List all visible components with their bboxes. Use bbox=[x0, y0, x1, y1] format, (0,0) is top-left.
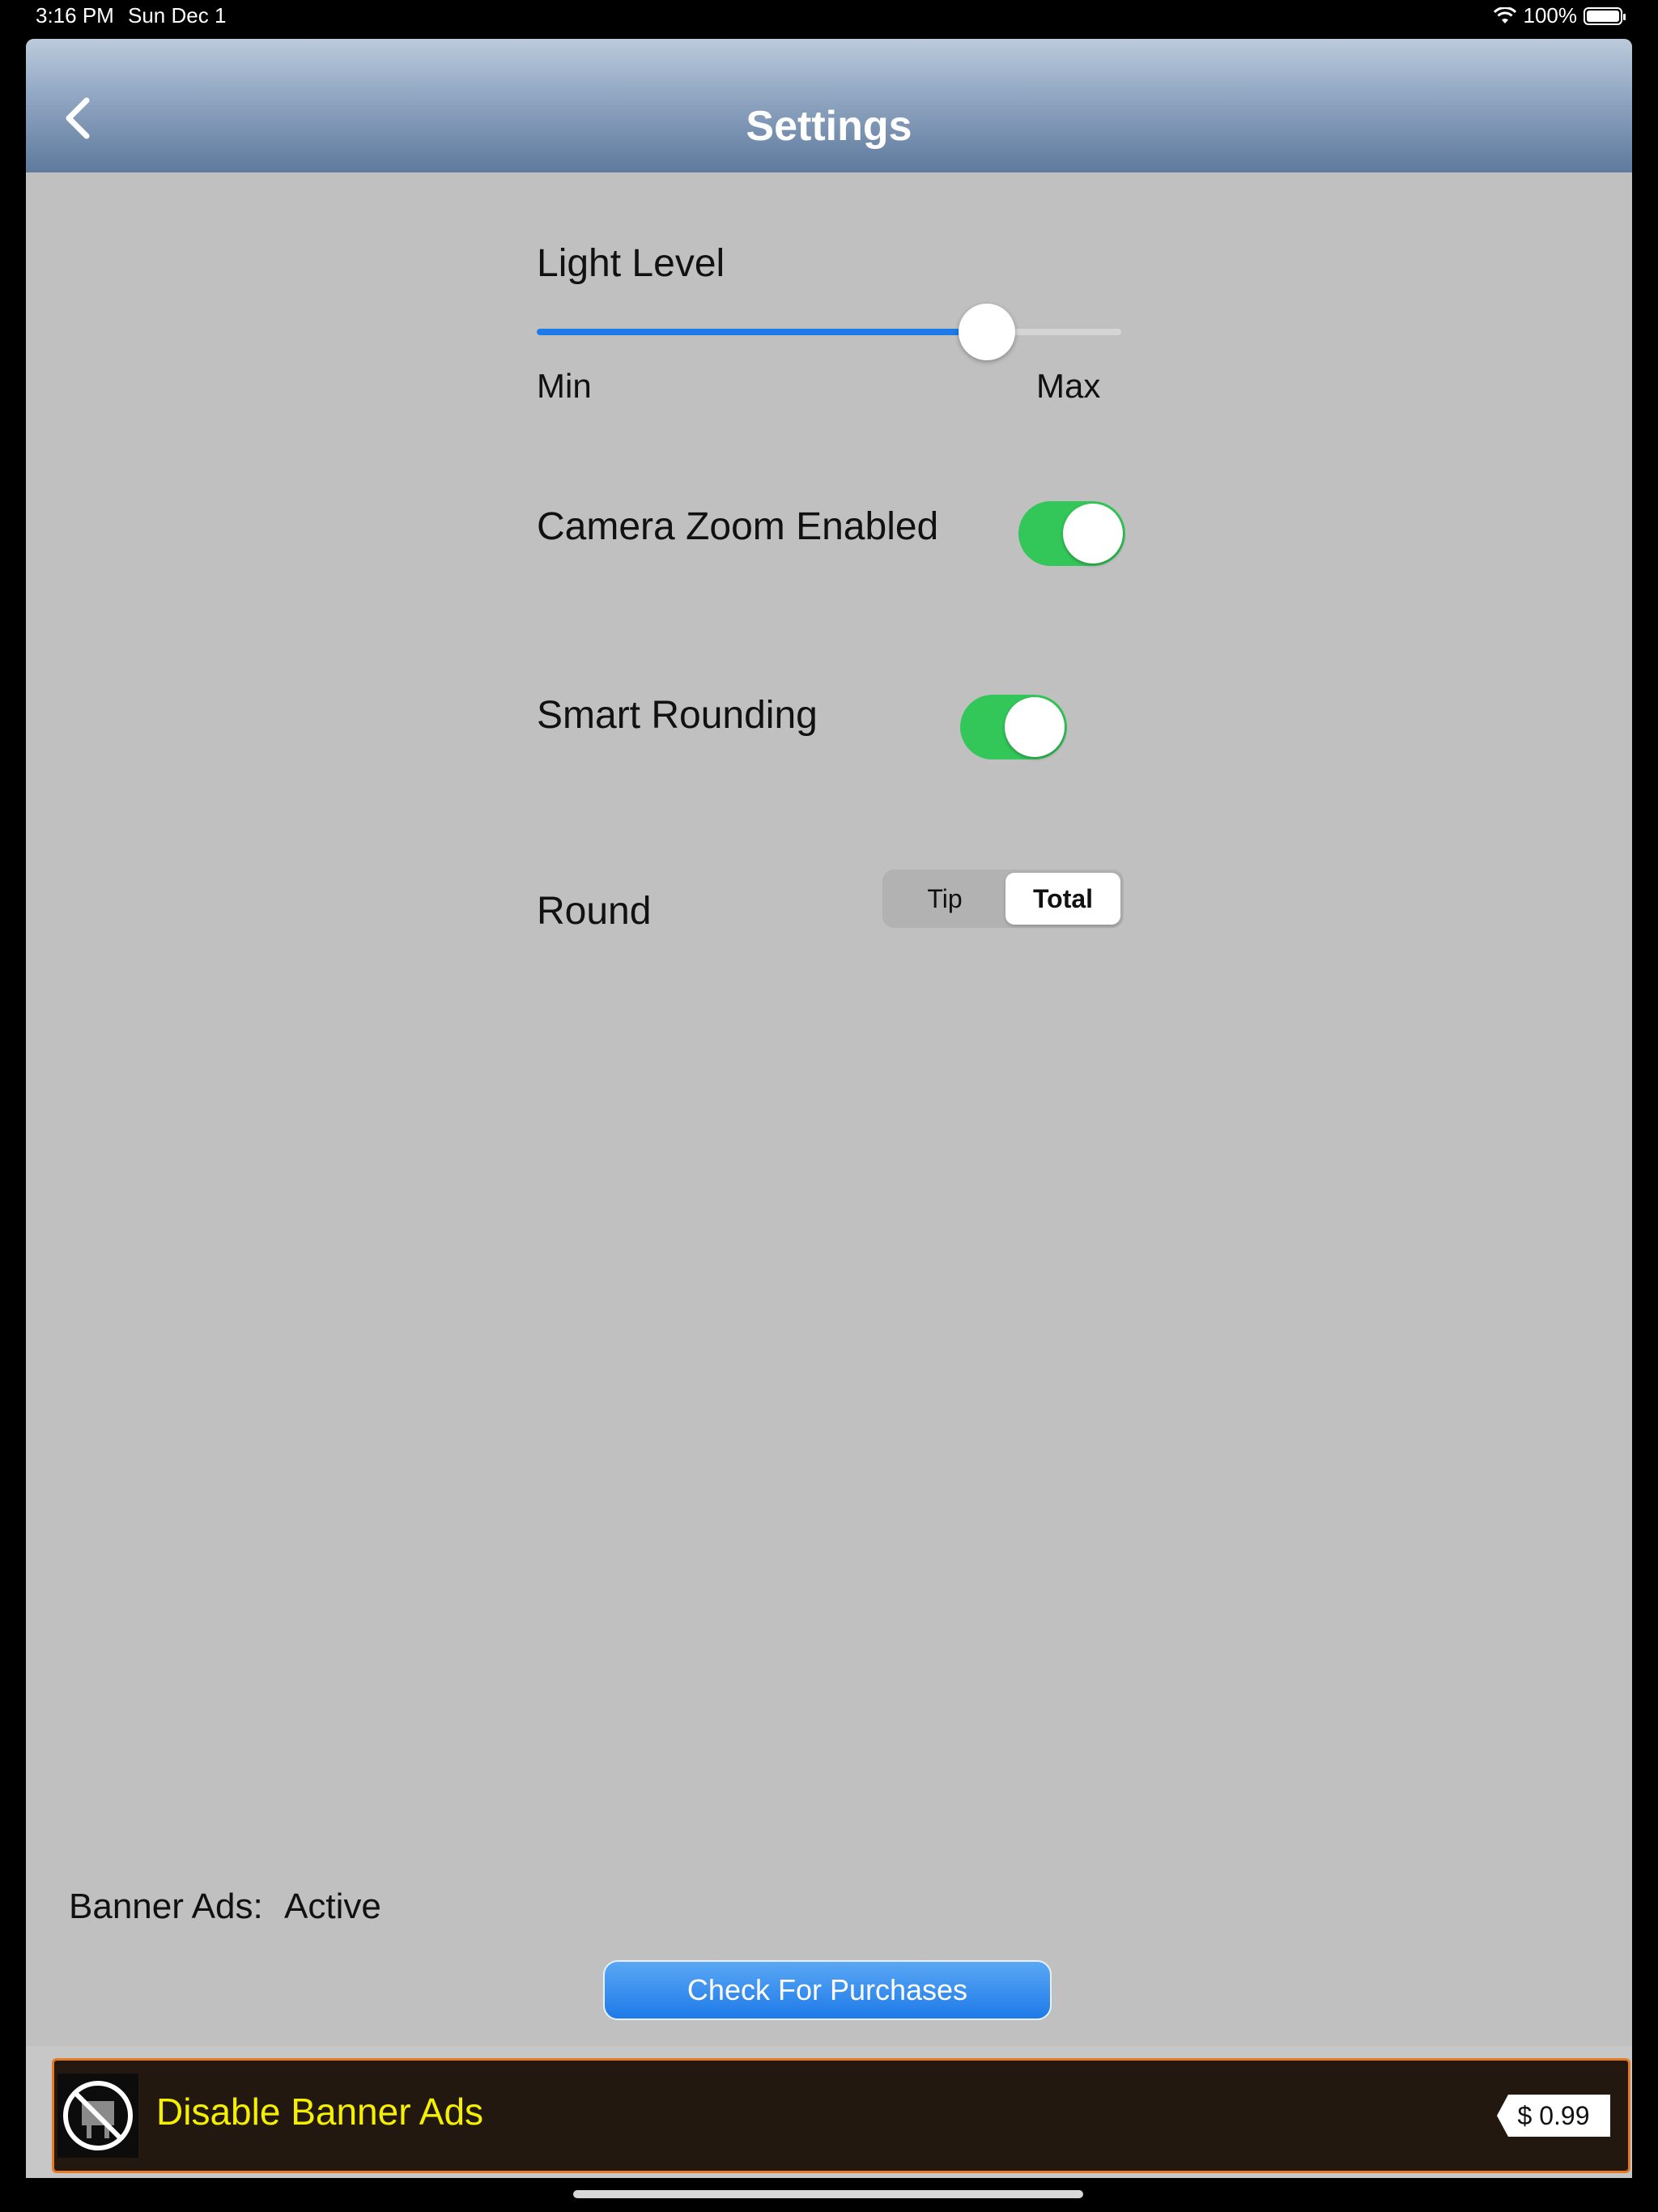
battery-icon bbox=[1584, 6, 1626, 25]
price-tag: $ 0.99 bbox=[1497, 2095, 1610, 2137]
slider-thumb[interactable] bbox=[958, 304, 1015, 360]
camera-zoom-toggle[interactable] bbox=[1018, 501, 1125, 566]
battery-percent: 100% bbox=[1523, 3, 1578, 28]
disable-banner-ads-banner[interactable]: Disable Banner Ads $ 0.99 bbox=[52, 2058, 1630, 2173]
light-level-label: Light Level bbox=[537, 242, 725, 285]
light-level-slider[interactable] bbox=[537, 304, 1121, 360]
no-ads-icon bbox=[57, 2074, 138, 2158]
round-segmented-control: Tip Total bbox=[882, 870, 1124, 928]
navigation-bar: Settings bbox=[26, 39, 1632, 172]
wifi-icon bbox=[1493, 6, 1516, 23]
smart-rounding-toggle[interactable] bbox=[960, 695, 1067, 759]
status-indicators: 100% bbox=[1493, 3, 1626, 28]
slider-fill bbox=[537, 329, 987, 335]
check-for-purchases-button[interactable]: Check For Purchases bbox=[603, 1960, 1052, 2020]
round-label: Round bbox=[537, 890, 652, 933]
banner-ads-status: Active bbox=[284, 1887, 381, 1926]
status-bar: 3:16 PM Sun Dec 1 100% bbox=[0, 0, 1658, 36]
smart-rounding-label: Smart Rounding bbox=[537, 694, 818, 737]
page-title: Settings bbox=[746, 103, 912, 150]
status-date: Sun Dec 1 bbox=[128, 3, 227, 28]
settings-screen: Settings Light Level Min Max Camera Zoom… bbox=[26, 39, 1632, 2178]
home-indicator bbox=[573, 2190, 1083, 2198]
banner-ads-label: Banner Ads: bbox=[69, 1887, 263, 1926]
camera-zoom-label: Camera Zoom Enabled bbox=[537, 505, 939, 548]
segment-tip[interactable]: Tip bbox=[887, 873, 1002, 925]
slider-min-label: Min bbox=[537, 367, 592, 405]
toggle-knob bbox=[1005, 697, 1065, 757]
segment-total[interactable]: Total bbox=[1005, 873, 1120, 925]
status-time: 3:16 PM bbox=[36, 3, 114, 28]
toggle-knob bbox=[1063, 504, 1123, 564]
disable-banner-ads-text: Disable Banner Ads bbox=[156, 2091, 484, 2133]
slider-max-label: Max bbox=[1036, 367, 1101, 405]
